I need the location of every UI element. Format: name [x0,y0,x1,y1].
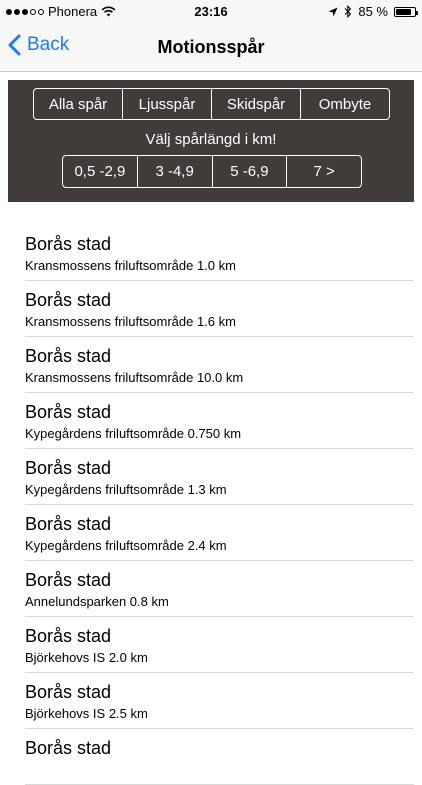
track-type-segmented-control: Alla spår Ljusspår Skidspår Ombyte [33,88,390,120]
filter-changing-room-button[interactable]: Ombyte [301,89,389,119]
list-item[interactable]: Borås stad Björkehovs IS 2.5 km [0,673,422,729]
filter-ski-tracks-button[interactable]: Skidspår [212,89,301,119]
filter-all-tracks-button[interactable]: Alla spår [34,89,123,119]
status-right-group: 85 % [328,4,418,19]
track-details: Björkehovs IS 2.5 km [25,706,148,721]
list-item[interactable]: Borås stad Kransmossens friluftsområde 1… [0,281,422,337]
track-owner: Borås stad [25,234,112,254]
status-bar: Phonera 23:16 85 % [0,0,422,24]
track-owner: Borås stad [25,346,112,366]
track-details: Kransmossens friluftsområde 10.0 km [25,370,244,385]
track-owner: Borås stad [25,458,112,478]
list-item[interactable]: Borås stad Kransmossens friluftsområde 1… [0,225,422,281]
track-details: Kypegårdens friluftsområde 2.4 km [25,538,227,553]
battery-percentage: 85 % [358,4,388,19]
track-details: Kransmossens friluftsområde 1.0 km [25,258,236,273]
track-length-segmented-control: 0,5 -2,9 3 -4,9 5 -6,9 7 > [62,155,362,188]
length-3-4-9-button[interactable]: 3 -4,9 [138,156,213,187]
list-item[interactable]: Borås stad [0,729,422,785]
page-title: Motionsspår [157,37,265,57]
track-details: Björkehovs IS 2.0 km [25,650,148,665]
track-owner: Borås stad [25,402,112,422]
filter-lit-tracks-button[interactable]: Ljusspår [123,89,212,119]
list-item[interactable]: Borås stad Kypegårdens friluftsområde 0.… [0,393,422,449]
list-item[interactable]: Borås stad Kypegårdens friluftsområde 2.… [0,505,422,561]
length-5-6-9-button[interactable]: 5 -6,9 [213,156,288,187]
track-owner: Borås stad [25,738,112,758]
track-details: Kypegårdens friluftsområde 0.750 km [25,426,242,441]
length-0-5-2-9-button[interactable]: 0,5 -2,9 [63,156,138,187]
list-item[interactable]: Borås stad Annelundsparken 0.8 km [0,561,422,617]
track-list: Borås stad Kransmossens friluftsområde 1… [0,225,422,785]
track-owner: Borås stad [25,290,112,310]
length-prompt-label: Välj spårlängd i km! [145,131,277,148]
track-owner: Borås stad [25,626,112,646]
battery-level [396,8,412,15]
track-details: Kypegårdens friluftsområde 1.3 km [25,482,227,497]
bluetooth-icon [344,5,352,18]
length-7-plus-button[interactable]: 7 > [287,156,361,187]
track-details: Annelundsparken 0.8 km [25,594,169,609]
track-owner: Borås stad [25,514,112,534]
track-owner: Borås stad [25,570,112,590]
filter-panel: Alla spår Ljusspår Skidspår Ombyte Välj … [8,80,414,202]
navigation-bar: Back Motionsspår [0,24,422,72]
track-owner: Borås stad [25,682,112,702]
list-item[interactable]: Borås stad Kransmossens friluftsområde 1… [0,337,422,393]
location-arrow-icon [328,7,338,16]
list-item[interactable]: Borås stad Kypegårdens friluftsområde 1.… [0,449,422,505]
battery-icon [394,6,418,17]
list-item[interactable]: Borås stad Björkehovs IS 2.0 km [0,617,422,673]
track-details: Kransmossens friluftsområde 1.6 km [25,314,236,329]
